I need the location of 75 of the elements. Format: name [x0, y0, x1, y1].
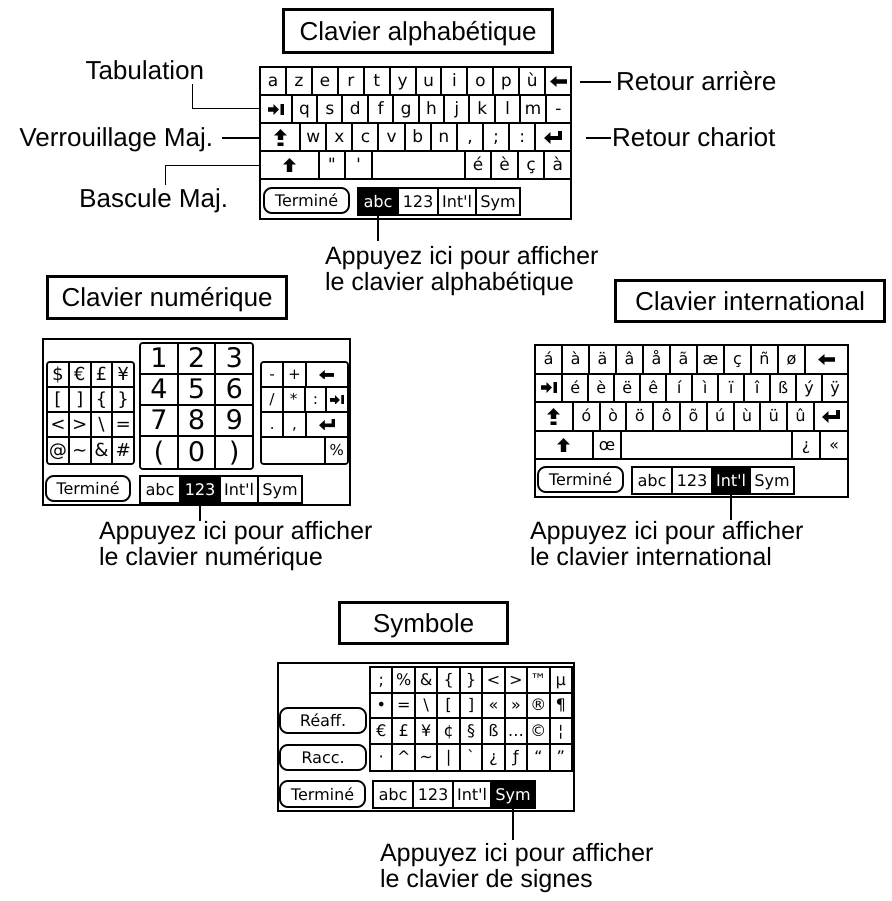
up-arrow-icon — [557, 438, 570, 452]
keyboard-key[interactable]: b — [406, 124, 432, 150]
keyboard-key[interactable]: : — [306, 388, 328, 411]
keyboard-key[interactable]: - — [262, 363, 284, 386]
return-arrow-icon — [318, 418, 335, 430]
caption-text: Appuyez ici pour afficher le clavier de signes — [380, 840, 654, 892]
keyboard-key[interactable]: ƒ — [506, 744, 528, 770]
keyboard-key[interactable]: ( — [141, 437, 179, 468]
callout-label: Tabulation — [85, 56, 204, 84]
keyboard-key[interactable]: » — [506, 694, 528, 717]
up-arrow-underline-icon — [274, 128, 287, 146]
blank-key[interactable] — [262, 438, 326, 463]
done-button[interactable]: Terminé — [279, 780, 366, 808]
left-arrow-icon — [319, 370, 334, 380]
keyboard-key[interactable]: 2 — [178, 344, 216, 373]
keyboard-key[interactable]: @ — [48, 438, 70, 463]
keyboard-key[interactable]: 1 — [141, 344, 179, 373]
keyboard-key[interactable]: n — [432, 124, 458, 150]
done-button[interactable]: Terminé — [263, 187, 350, 214]
space-key[interactable] — [372, 152, 466, 178]
keyboard-key[interactable]: ú — [708, 403, 734, 430]
keyboard-key[interactable]: ^ — [393, 744, 416, 770]
leader-line — [580, 81, 611, 82]
keyboard-key[interactable]: y — [390, 68, 417, 94]
figure-title: Symbole — [338, 601, 509, 645]
callout-label: Bascule Maj. — [79, 184, 228, 212]
keyboard-key[interactable]: & — [92, 438, 114, 463]
done-button[interactable]: Terminé — [45, 475, 131, 502]
keyboard-key[interactable]: $ — [48, 363, 70, 386]
backspace-key[interactable] — [306, 363, 347, 386]
keyboard-key[interactable]: · — [371, 744, 394, 770]
callout-label: Verrouillage Maj. — [19, 123, 213, 151]
keyboard-key[interactable]: … — [506, 719, 528, 742]
keyboard-key[interactable]: 8 — [178, 406, 216, 435]
callout-label: Retour chariot — [612, 123, 776, 151]
up-arrow-underline-icon — [547, 408, 560, 425]
keyboard-key[interactable]: ” — [550, 744, 571, 770]
action-button[interactable]: Racc. — [279, 744, 367, 771]
keyboard-key[interactable]: ò — [600, 403, 628, 430]
caption-text: Appuyez ici pour afficher le clavier numérique — [99, 518, 372, 570]
keyboard-key[interactable]: u — [416, 68, 442, 94]
keyboard-key[interactable]: 5 — [178, 375, 216, 404]
keyboard-key[interactable]: £ — [92, 363, 114, 386]
keyboard-key[interactable]: 0 — [178, 437, 216, 468]
figure-title: Clavier alphabétique — [282, 8, 554, 54]
done-button[interactable]: Terminé — [537, 466, 624, 493]
up-arrow-icon — [282, 158, 296, 172]
keyboard-key[interactable]: é — [466, 152, 492, 178]
keyboard-key[interactable]: > — [506, 668, 528, 692]
figure-title: Clavier international — [614, 279, 886, 323]
keyboard-key[interactable]: " — [320, 152, 346, 178]
arrow-to-bar-icon — [268, 104, 284, 114]
action-button[interactable]: Réaff. — [279, 707, 367, 734]
caption-text: Appuyez ici pour afficher le clavier alphabétique — [325, 243, 598, 295]
leader-line — [586, 137, 611, 138]
left-arrow-icon — [818, 354, 835, 365]
keyboard-key[interactable]: “ — [528, 744, 550, 770]
return-arrow-icon — [822, 410, 840, 423]
arrow-to-bar-icon — [540, 382, 557, 394]
figure-title: Clavier numérique — [46, 275, 288, 320]
keyboard-key[interactable]: q — [292, 96, 318, 122]
keyboard-key[interactable]: h — [420, 96, 446, 122]
keyboard-key[interactable]: \ — [92, 413, 114, 436]
keyboard-key[interactable]: | — [438, 744, 461, 770]
callout-label: Retour arrière — [616, 67, 776, 95]
keyboard-key[interactable]: ¿ — [483, 744, 506, 770]
left-arrow-icon — [550, 76, 567, 86]
caption-text: Appuyez ici pour afficher le clavier international — [530, 518, 804, 570]
keyboard-key[interactable]: ~ — [416, 744, 438, 770]
keyboard-key[interactable]: { — [92, 388, 114, 411]
keyboard-key[interactable]: t — [364, 68, 391, 94]
keyboard-key[interactable]: ` — [460, 744, 484, 770]
return-arrow-icon — [544, 130, 562, 144]
keyboard-key[interactable]: ù — [734, 403, 762, 430]
arrow-to-bar-icon — [330, 394, 344, 404]
